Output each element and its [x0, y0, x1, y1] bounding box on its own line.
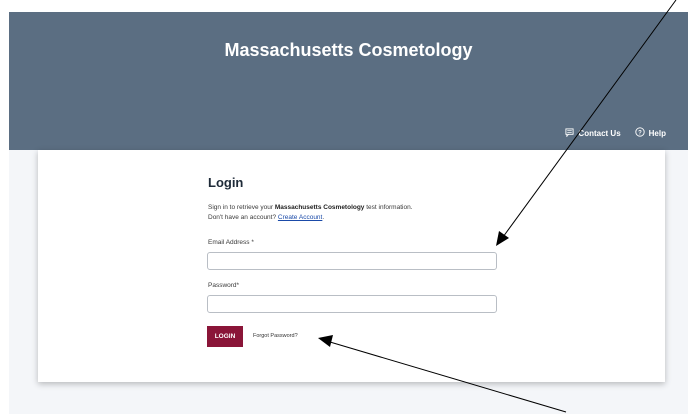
- arrowhead-email: [496, 231, 509, 246]
- arrow-to-forgot-password: [329, 341, 567, 413]
- arrowhead-forgot: [318, 335, 333, 347]
- annotation-arrows: [318, 0, 677, 413]
- arrow-to-email-field: [502, 0, 677, 238]
